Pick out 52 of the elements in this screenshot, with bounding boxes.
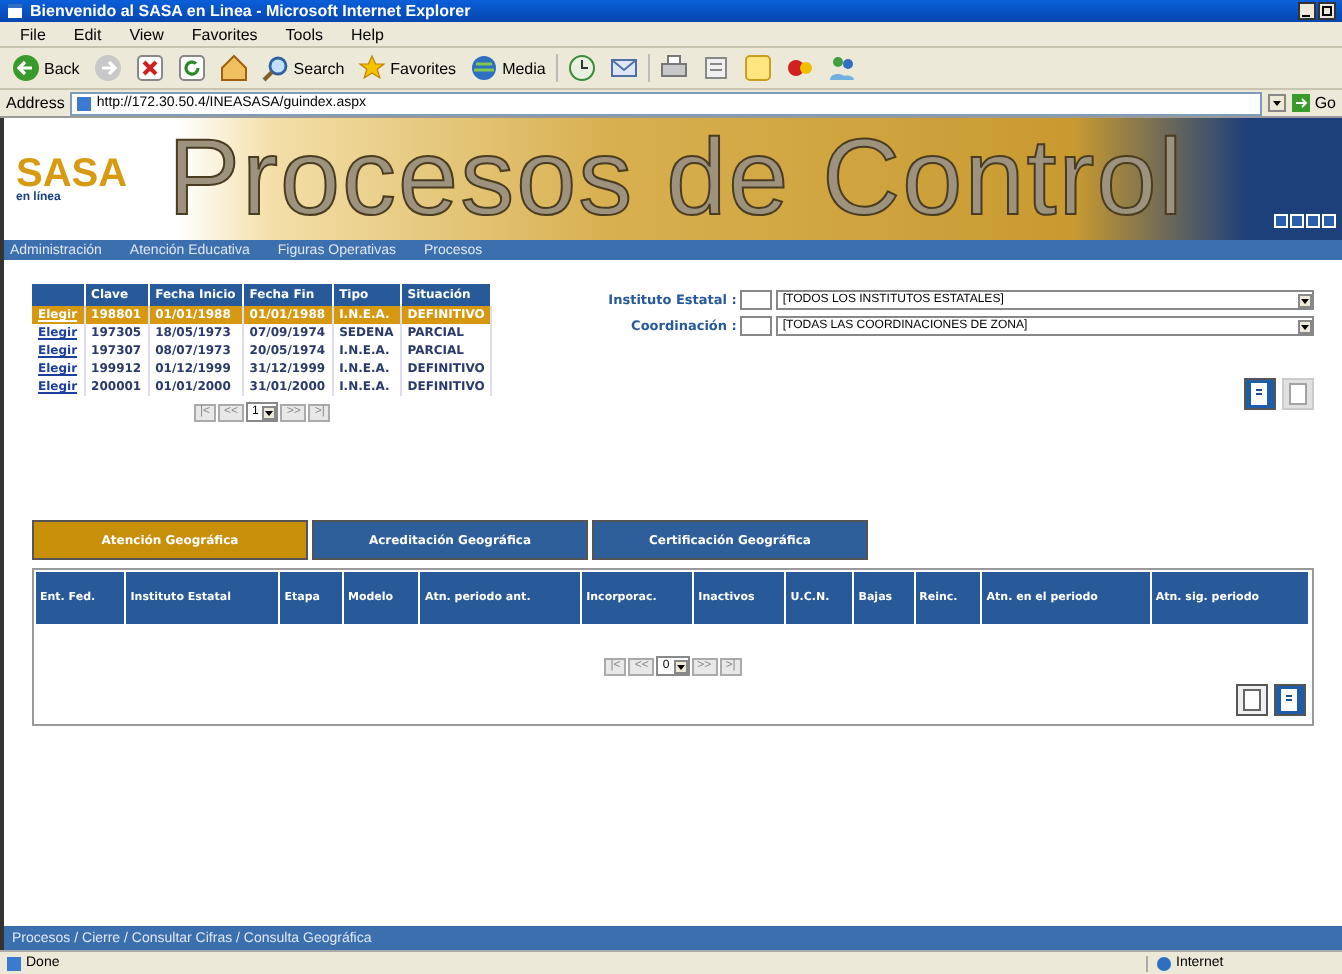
code-field[interactable]: [740, 290, 773, 310]
media-button[interactable]: Media: [466, 54, 550, 82]
menu-item[interactable]: Help: [346, 25, 388, 43]
note-icon: [743, 54, 772, 82]
globe-icon: [470, 54, 499, 82]
document-button[interactable]: [1274, 684, 1306, 716]
window-title: Bienvenido al SASA en Linea - Microsoft Internet Explorer: [30, 2, 473, 20]
menu-item[interactable]: View: [125, 25, 168, 43]
minimize-button[interactable]: [1298, 2, 1316, 20]
clock-button[interactable]: [563, 54, 600, 82]
page-icon: [1240, 688, 1264, 712]
refresh-icon: [177, 54, 206, 82]
globe-icon: [1156, 955, 1172, 971]
back-button[interactable]: Back: [8, 54, 84, 82]
dropdown-icon: [673, 659, 688, 673]
search-icon: [261, 54, 290, 82]
go-button[interactable]: Go: [1292, 94, 1336, 112]
stop-icon: [135, 54, 164, 82]
menu-item[interactable]: Tools: [281, 25, 327, 43]
refresh-button[interactable]: [173, 54, 210, 82]
dropdown-icon: [262, 405, 277, 419]
printer-button[interactable]: [655, 54, 692, 82]
dropdown-icon: [1298, 293, 1312, 307]
page-icon: [1286, 382, 1310, 406]
clock-icon: [567, 54, 596, 82]
logo-text: SASA: [16, 155, 130, 191]
star-icon: [358, 54, 387, 82]
address-label: Address: [6, 94, 65, 112]
document-button[interactable]: [1244, 378, 1276, 410]
menu-item[interactable]: Favorites: [187, 25, 262, 43]
favorites-button[interactable]: Favorites: [354, 54, 461, 82]
envelope-icon: [609, 54, 638, 82]
page-icon: [76, 95, 93, 111]
menu-item[interactable]: Edit: [69, 25, 106, 43]
printer-icon: [659, 54, 688, 82]
window-icon: [6, 2, 24, 20]
maximize-button[interactable]: [1318, 2, 1336, 20]
search-button[interactable]: Search: [257, 54, 349, 82]
people-icon: [827, 54, 856, 82]
messenger-icon: [785, 54, 814, 82]
dropdown-icon[interactable]: [1268, 94, 1287, 112]
dropdown-icon: [1298, 319, 1312, 333]
page-button[interactable]: [1236, 684, 1268, 716]
page-icon: [6, 955, 22, 971]
house-icon: [219, 54, 248, 82]
back-arrow-icon: [12, 54, 40, 82]
menu-item[interactable]: File: [16, 25, 50, 43]
code-field[interactable]: [740, 316, 773, 336]
stop-button[interactable]: [131, 54, 168, 82]
house-button[interactable]: [215, 54, 252, 82]
go-arrow-icon: [1292, 94, 1311, 112]
envelope-button[interactable]: [605, 54, 642, 82]
